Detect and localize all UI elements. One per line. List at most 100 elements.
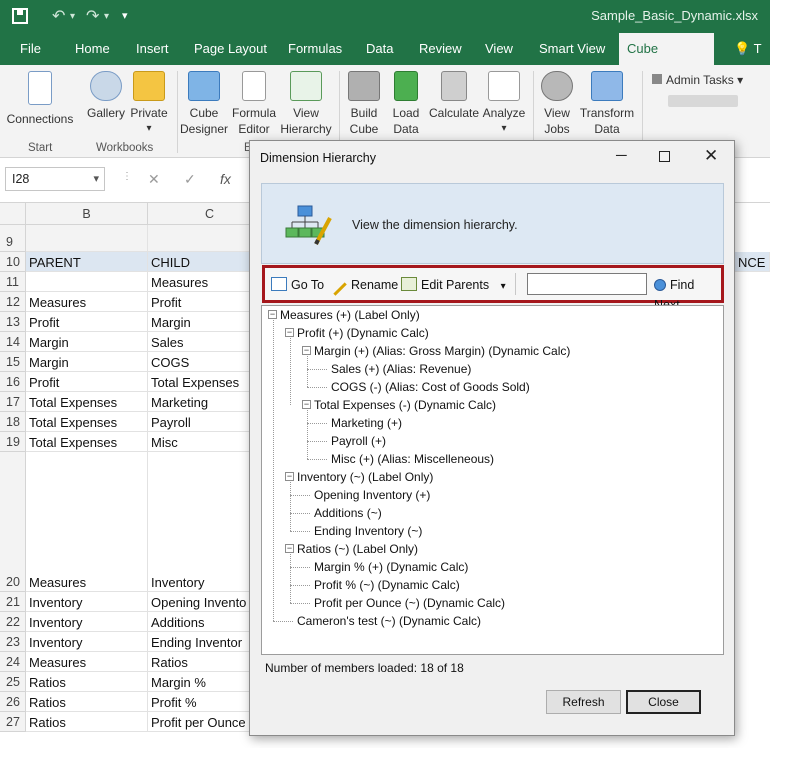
row-header[interactable]: 13 xyxy=(0,312,26,332)
go-to-button[interactable]: Go To xyxy=(271,275,324,295)
tree-node[interactable]: Payroll (+) xyxy=(331,433,386,449)
close-icon[interactable]: ✕ xyxy=(704,146,718,166)
tree-expander-icon[interactable]: − xyxy=(302,400,311,409)
private-button[interactable]: Private ▾ xyxy=(128,71,170,137)
tree-node[interactable]: Measures (+) (Label Only) xyxy=(280,307,420,323)
name-box[interactable]: I28 xyxy=(5,167,105,191)
admin-tasks-menu[interactable]: Admin Tasks ▾ xyxy=(652,73,743,87)
select-all-corner[interactable] xyxy=(0,203,26,225)
minimize-icon[interactable]: ─ xyxy=(616,147,627,164)
tab-view[interactable]: View xyxy=(477,33,521,65)
cell-parent[interactable]: Ratios xyxy=(26,692,148,712)
edit-parents-button[interactable]: Edit Parents ▾ xyxy=(401,275,506,295)
tab-smart-view[interactable]: Smart View xyxy=(531,33,613,65)
tree-node[interactable]: Ending Inventory (~) xyxy=(314,523,422,539)
tab-page-layout[interactable]: Page Layout xyxy=(186,33,275,65)
save-icon[interactable] xyxy=(12,8,28,24)
row-header[interactable]: 17 xyxy=(0,392,26,412)
tree-node[interactable]: Opening Inventory (+) xyxy=(314,487,430,503)
redo-dropdown-icon[interactable]: ▾ xyxy=(104,11,109,22)
row-header[interactable]: 19 xyxy=(0,432,26,452)
cell-parent[interactable]: Measures xyxy=(26,452,148,592)
undo-dropdown-icon[interactable]: ▾ xyxy=(70,11,75,22)
cell-parent[interactable]: Total Expenses xyxy=(26,432,148,452)
tree-node[interactable]: Sales (+) (Alias: Revenue) xyxy=(331,361,471,377)
formula-editor-button[interactable]: Formula Editor xyxy=(230,71,278,137)
rename-button[interactable]: Rename xyxy=(331,275,398,296)
cell-parent[interactable]: Inventory xyxy=(26,612,148,632)
transform-data-button[interactable]: Transform Data xyxy=(578,71,636,137)
tree-node[interactable]: Ratios (~) (Label Only) xyxy=(297,541,418,557)
row-header[interactable]: 14 xyxy=(0,332,26,352)
cell-parent[interactable]: Total Expenses xyxy=(26,412,148,432)
row-header[interactable]: 12 xyxy=(0,292,26,312)
tree-node[interactable]: Cameron's test (~) (Dynamic Calc) xyxy=(297,613,481,629)
row-header[interactable]: 10 xyxy=(0,252,26,272)
tab-review[interactable]: Review xyxy=(411,33,470,65)
cell-parent[interactable]: Inventory xyxy=(26,632,148,652)
tree-node[interactable]: COGS (-) (Alias: Cost of Goods Sold) xyxy=(331,379,530,395)
tree-node[interactable]: Total Expenses (-) (Dynamic Calc) xyxy=(314,397,496,413)
cell-parent[interactable] xyxy=(26,272,148,292)
tree-expander-icon[interactable]: − xyxy=(302,346,311,355)
tab-data[interactable]: Data xyxy=(358,33,401,65)
row-header[interactable]: 22 xyxy=(0,612,26,632)
tree-node[interactable]: Additions (~) xyxy=(314,505,382,521)
tree-expander-icon[interactable]: − xyxy=(268,310,277,319)
tab-cube-designer[interactable]: Cube Designer xyxy=(619,33,714,88)
cell-parent[interactable]: Measures xyxy=(26,292,148,312)
row-header[interactable]: 21 xyxy=(0,592,26,612)
row-header[interactable]: 20 xyxy=(0,452,26,592)
row-header[interactable]: 26 xyxy=(0,692,26,712)
view-jobs-button[interactable]: View Jobs xyxy=(538,71,576,137)
tree-expander-icon[interactable]: − xyxy=(285,328,294,337)
cancel-formula-icon[interactable]: ✕ xyxy=(148,171,160,188)
row-header[interactable]: 18 xyxy=(0,412,26,432)
row-header[interactable]: 15 xyxy=(0,352,26,372)
find-next-button[interactable]: Find Next xyxy=(654,275,721,312)
tree-expander-icon[interactable]: − xyxy=(285,472,294,481)
cell-parent[interactable]: Inventory xyxy=(26,592,148,612)
row-header[interactable]: 27 xyxy=(0,712,26,732)
edit-parents-dropdown-icon[interactable]: ▾ xyxy=(501,281,506,292)
row-header[interactable]: 16 xyxy=(0,372,26,392)
gallery-button[interactable]: Gallery xyxy=(86,71,126,121)
row-header[interactable]: 24 xyxy=(0,652,26,672)
tab-file[interactable]: File xyxy=(12,33,49,65)
cell-parent[interactable]: Total Expenses xyxy=(26,392,148,412)
tree-node[interactable]: Profit per Ounce (~) (Dynamic Calc) xyxy=(314,595,505,611)
tree-node[interactable]: Misc (+) (Alias: Miscelleneous) xyxy=(331,451,494,467)
insert-function-icon[interactable]: fx xyxy=(220,171,231,187)
undo-icon[interactable]: ↶ xyxy=(52,6,65,26)
row-header[interactable]: 9 xyxy=(0,225,26,252)
refresh-button[interactable]: Refresh xyxy=(546,690,621,714)
tab-home[interactable]: Home xyxy=(67,33,118,65)
partial-header-cell[interactable]: NCE xyxy=(735,252,770,272)
analyze-button[interactable]: Analyze ▾ xyxy=(482,71,526,137)
cell-parent[interactable]: Margin xyxy=(26,352,148,372)
customize-qat-icon[interactable]: ▾ xyxy=(122,9,128,22)
cell-parent[interactable]: Ratios xyxy=(26,712,148,732)
cell-parent[interactable] xyxy=(26,225,148,252)
row-header[interactable]: 25 xyxy=(0,672,26,692)
row-header[interactable]: 11 xyxy=(0,272,26,292)
cell-parent[interactable]: Profit xyxy=(26,312,148,332)
tree-node[interactable]: Inventory (~) (Label Only) xyxy=(297,469,433,485)
column-header-b[interactable]: B xyxy=(26,203,148,225)
load-data-button[interactable]: Load Data xyxy=(388,71,424,137)
find-input[interactable] xyxy=(527,273,647,295)
connections-button[interactable]: Connections xyxy=(6,71,74,127)
cell-parent[interactable]: PARENT xyxy=(26,252,148,272)
tree-node[interactable]: Margin % (+) (Dynamic Calc) xyxy=(314,559,468,575)
tab-insert[interactable]: Insert xyxy=(128,33,177,65)
view-hierarchy-button[interactable]: View Hierarchy xyxy=(279,71,333,137)
cell-parent[interactable]: Profit xyxy=(26,372,148,392)
tree-node[interactable]: Profit (+) (Dynamic Calc) xyxy=(297,325,429,341)
calculate-button[interactable]: Calculate xyxy=(427,71,481,121)
tree-node[interactable]: Profit % (~) (Dynamic Calc) xyxy=(314,577,460,593)
tell-me-icon[interactable]: 💡 T xyxy=(726,33,770,65)
tab-formulas[interactable]: Formulas xyxy=(280,33,350,65)
cell-parent[interactable]: Measures xyxy=(26,652,148,672)
cell-parent[interactable]: Margin xyxy=(26,332,148,352)
close-button[interactable]: Close xyxy=(626,690,701,714)
